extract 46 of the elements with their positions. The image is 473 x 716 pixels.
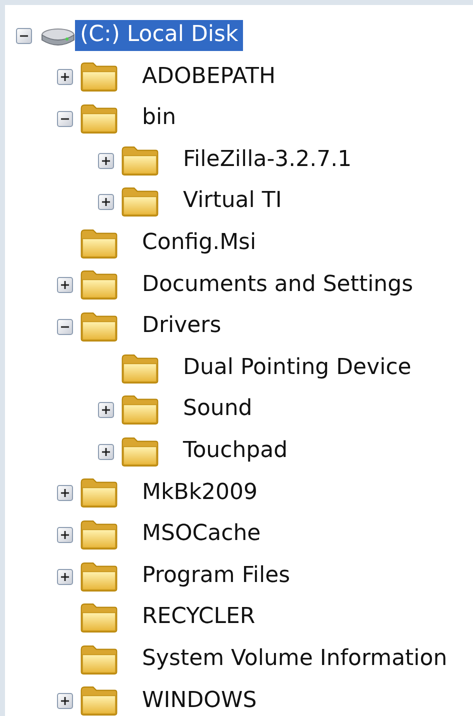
tree-item[interactable]: Documents and Settings (137, 270, 418, 302)
tree-item[interactable]: Touchpad (178, 436, 293, 468)
folder-icon (80, 270, 118, 300)
tree-item[interactable]: (C:) Local Disk (75, 20, 244, 52)
tree-item[interactable]: ADOBEPATH (137, 62, 280, 94)
folder-icon (80, 644, 118, 675)
folder-icon (80, 104, 118, 134)
expand-toggle[interactable] (57, 693, 73, 710)
folder-icon (80, 603, 118, 634)
tree-item[interactable]: System Volume Information (137, 644, 452, 676)
expand-toggle[interactable] (57, 568, 73, 585)
folder-icon (121, 354, 159, 384)
collapse-toggle[interactable] (16, 28, 32, 44)
folder-icon (121, 146, 159, 176)
folder-icon (121, 395, 159, 426)
expand-toggle[interactable] (98, 152, 114, 169)
tree-item[interactable]: RECYCLER (137, 602, 260, 634)
tree-item[interactable]: MSOCache (137, 519, 266, 551)
tree-item[interactable]: WINDOWS (137, 686, 262, 716)
folder-icon (80, 520, 118, 550)
expand-toggle[interactable] (57, 485, 73, 502)
expand-toggle[interactable] (57, 526, 73, 543)
folder-icon (121, 187, 159, 218)
collapse-toggle[interactable] (57, 318, 73, 335)
folder-icon (80, 562, 118, 592)
tree-item[interactable]: Program Files (137, 560, 296, 592)
expand-toggle[interactable] (98, 402, 114, 418)
tree-item[interactable]: Virtual TI (178, 186, 287, 218)
tree-item[interactable]: Config.Msi (137, 228, 262, 260)
expand-toggle[interactable] (57, 69, 73, 86)
folder-icon (80, 312, 118, 342)
tree-item[interactable]: Sound (178, 394, 258, 426)
collapse-toggle[interactable] (57, 110, 73, 127)
folder-icon (80, 62, 118, 92)
tree-item[interactable]: MkBk2009 (137, 478, 263, 510)
folder-icon (121, 436, 159, 467)
folder-icon (80, 478, 118, 508)
folder-icon (80, 228, 118, 259)
tree-item[interactable]: FileZilla-3.2.7.1 (178, 144, 357, 176)
tree-item[interactable]: bin (137, 103, 182, 135)
expand-toggle[interactable] (57, 277, 73, 294)
tree-item[interactable]: Drivers (137, 311, 226, 343)
tree-item[interactable]: Dual Pointing Device (178, 352, 416, 384)
expand-toggle[interactable] (98, 444, 114, 460)
folder-icon (80, 686, 118, 716)
expand-toggle[interactable] (98, 194, 114, 210)
